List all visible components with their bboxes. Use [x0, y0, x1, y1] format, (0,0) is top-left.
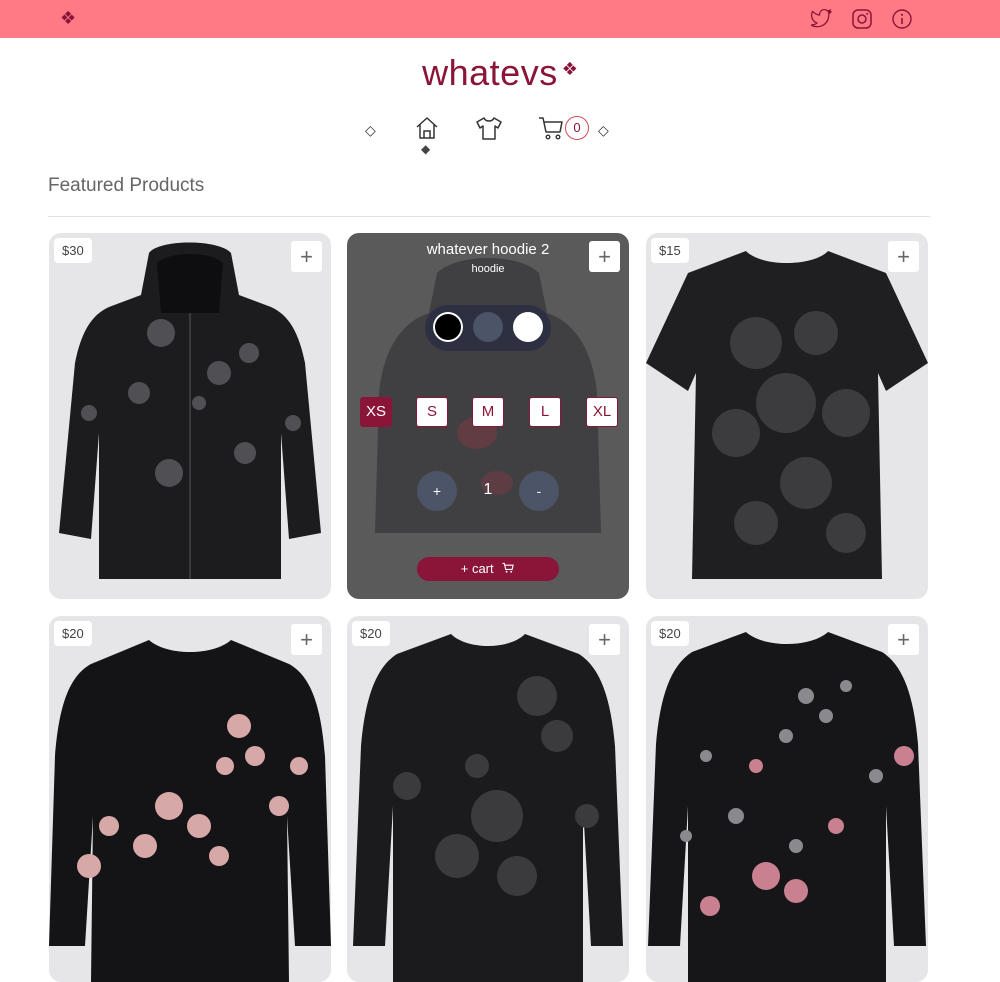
cart-icon — [502, 562, 515, 573]
price-tag: $20 — [54, 621, 92, 646]
product-card[interactable]: $30 + — [49, 233, 331, 599]
section-title: Featured Products — [48, 175, 205, 196]
main-nav: ◇ ◆ 0 ◇ — [365, 112, 625, 162]
product-card[interactable]: $20 + — [49, 616, 331, 982]
size-option-l[interactable]: L — [529, 397, 561, 427]
add-to-cart-label: + cart — [460, 561, 494, 576]
nav-right-diamond-icon: ◇ — [598, 122, 609, 138]
product-image-rose-tshirt — [646, 251, 928, 579]
size-option-xs[interactable]: XS — [360, 397, 392, 427]
quantity-decrement-button[interactable]: - — [519, 471, 559, 511]
brand-diamond-icon: ❖ — [561, 59, 578, 79]
size-option-m[interactable]: M — [472, 397, 504, 427]
quantity-increment-button[interactable]: + — [417, 471, 457, 511]
price-tag: $30 — [54, 238, 92, 263]
brand: whatevs ❖ — [0, 52, 1000, 94]
price-tag: $20 — [352, 621, 390, 646]
swatch-slate[interactable] — [473, 312, 503, 342]
color-swatches — [425, 305, 551, 351]
product-card[interactable]: $20 + — [646, 616, 928, 982]
add-to-cart-button[interactable]: + cart — [417, 557, 559, 581]
cart-count-badge: 0 — [565, 116, 589, 140]
product-card[interactable]: $20 + — [347, 616, 629, 982]
product-card[interactable]: $15 + — [646, 233, 928, 599]
quick-add-button[interactable]: + — [888, 624, 919, 655]
price-tag: $15 — [651, 238, 689, 263]
price-tag: $20 — [651, 621, 689, 646]
info-icon[interactable] — [890, 7, 914, 31]
social-icons — [810, 7, 914, 31]
size-option-xl[interactable]: XL — [586, 397, 618, 427]
home-icon[interactable] — [411, 112, 443, 144]
product-image-rose-longsleeve — [353, 634, 623, 982]
size-option-s[interactable]: S — [416, 397, 448, 427]
swatch-black[interactable] — [433, 312, 463, 342]
product-image-floral-sweatshirt — [49, 640, 331, 982]
top-bar: ❖ — [0, 0, 1000, 38]
swatch-white[interactable] — [513, 312, 543, 342]
shirt-icon[interactable] — [473, 112, 505, 144]
logo-mark[interactable]: ❖ — [60, 8, 76, 29]
featured-product-title: whatever hoodie 2 — [426, 241, 550, 258]
nav-active-indicator: ◆ — [421, 142, 431, 156]
quick-add-button[interactable]: + — [589, 624, 620, 655]
quick-add-button[interactable]: + — [291, 241, 322, 272]
quick-add-button[interactable]: + — [589, 241, 620, 272]
section-divider — [48, 216, 930, 217]
brand-title[interactable]: whatevs — [422, 52, 558, 93]
twitter-icon[interactable] — [810, 7, 834, 31]
quick-add-button[interactable]: + — [888, 241, 919, 272]
product-card-featured[interactable]: whatever hoodie 2 hoodie + XS S M L XL +… — [347, 233, 629, 599]
cart-icon[interactable] — [535, 112, 567, 144]
product-image-zip-hoodie — [59, 242, 321, 579]
quick-add-button[interactable]: + — [291, 624, 322, 655]
product-image-wildflower-longsleeve — [648, 632, 926, 982]
nav-left-diamond-icon: ◇ — [365, 122, 376, 138]
featured-product-category: hoodie — [471, 263, 505, 275]
instagram-icon[interactable] — [850, 7, 874, 31]
quantity-value: 1 — [483, 481, 493, 498]
